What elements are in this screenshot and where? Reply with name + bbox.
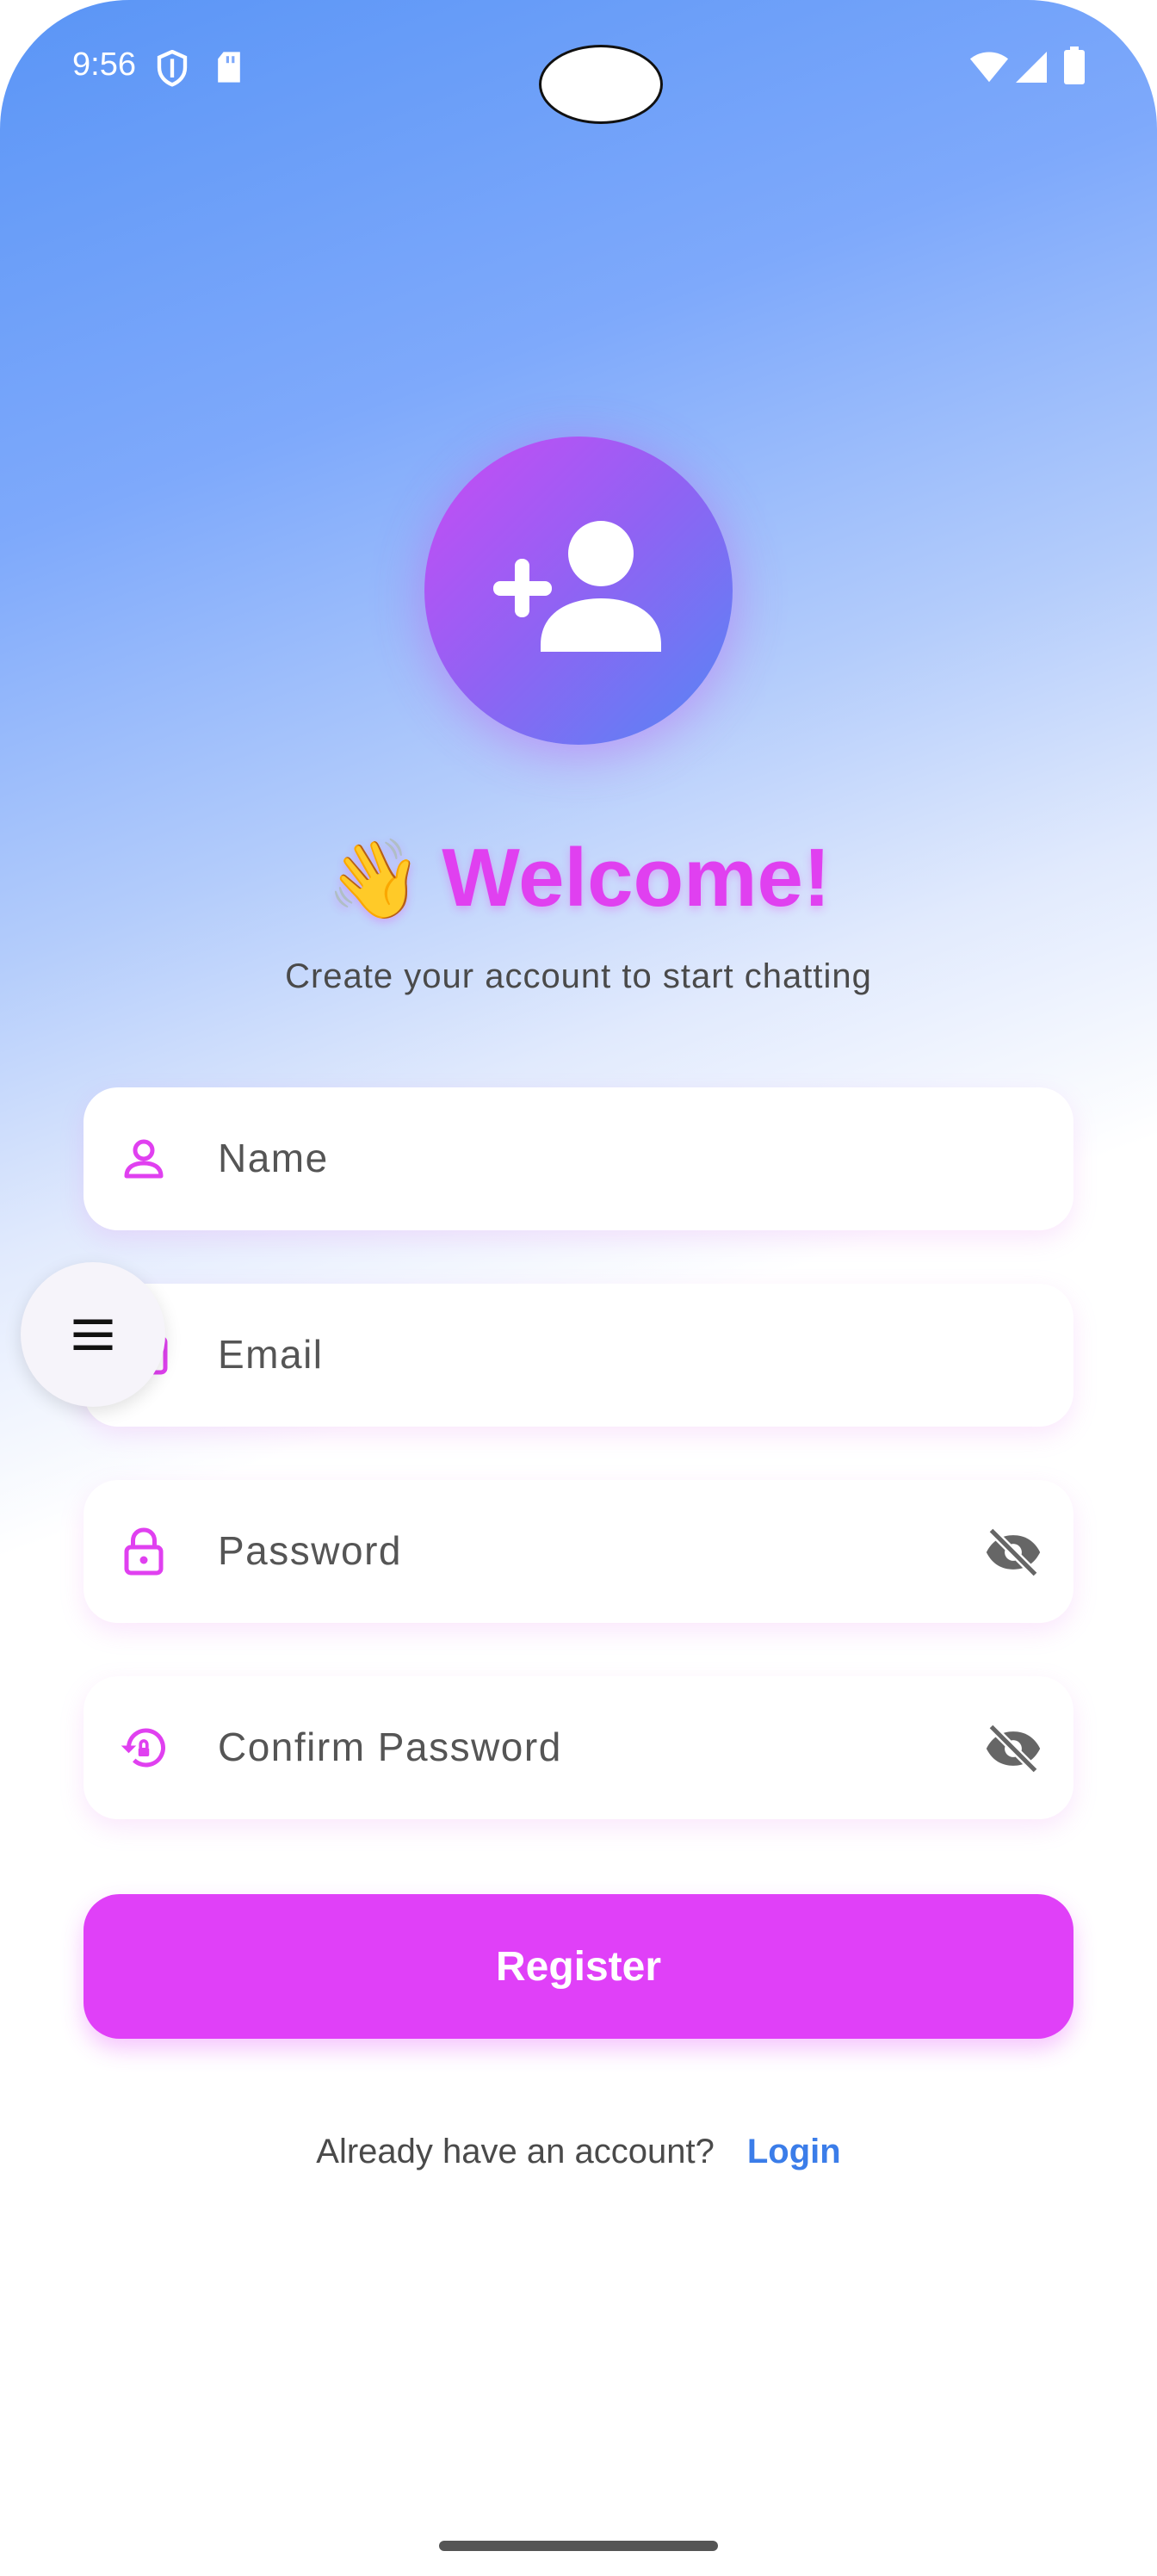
confirm-password-placeholder: Confirm Password [218,1725,562,1769]
already-have-account-text: Already have an account? [316,2133,715,2170]
status-time: 9:56 [72,46,136,83]
name-placeholder: Name [218,1136,329,1180]
lock-icon [124,1527,164,1576]
welcome-title: 👋 Welcome! [0,831,1157,926]
wave-emoji: 👋 [326,837,424,923]
password-placeholder: Password [218,1528,402,1573]
visibility-off-icon[interactable] [984,1719,1043,1778]
confirm-password-field[interactable]: Confirm Password [84,1676,1073,1819]
register-screen: 9:56 👋 Welcome! Create your account to st… [0,0,1157,2576]
subtitle: Create your account to start chatting [285,957,872,995]
login-prompt: Already have an account? Login [0,2133,1157,2171]
wifi-icon [969,50,1009,89]
menu-icon [73,1319,113,1350]
lock-reset-icon [121,1728,165,1768]
battery-icon [1064,46,1085,89]
name-field[interactable]: Name [84,1087,1073,1230]
email-placeholder: Email [218,1332,324,1377]
visibility-off-icon[interactable] [984,1523,1043,1582]
menu-button[interactable] [21,1262,165,1407]
home-indicator[interactable] [439,2541,718,2551]
sd-card-icon [215,50,243,89]
welcome-text: Welcome! [442,832,831,924]
signal-icon [1014,50,1049,89]
login-link[interactable]: Login [747,2133,841,2170]
person-add-icon [493,521,661,652]
person-icon [124,1139,164,1179]
email-field[interactable]: Email [84,1284,1073,1427]
camera-cutout [539,45,663,124]
password-field[interactable]: Password [84,1480,1073,1623]
register-button[interactable]: Register [84,1894,1073,2039]
shield-icon [155,49,189,92]
avatar-badge [424,437,733,745]
